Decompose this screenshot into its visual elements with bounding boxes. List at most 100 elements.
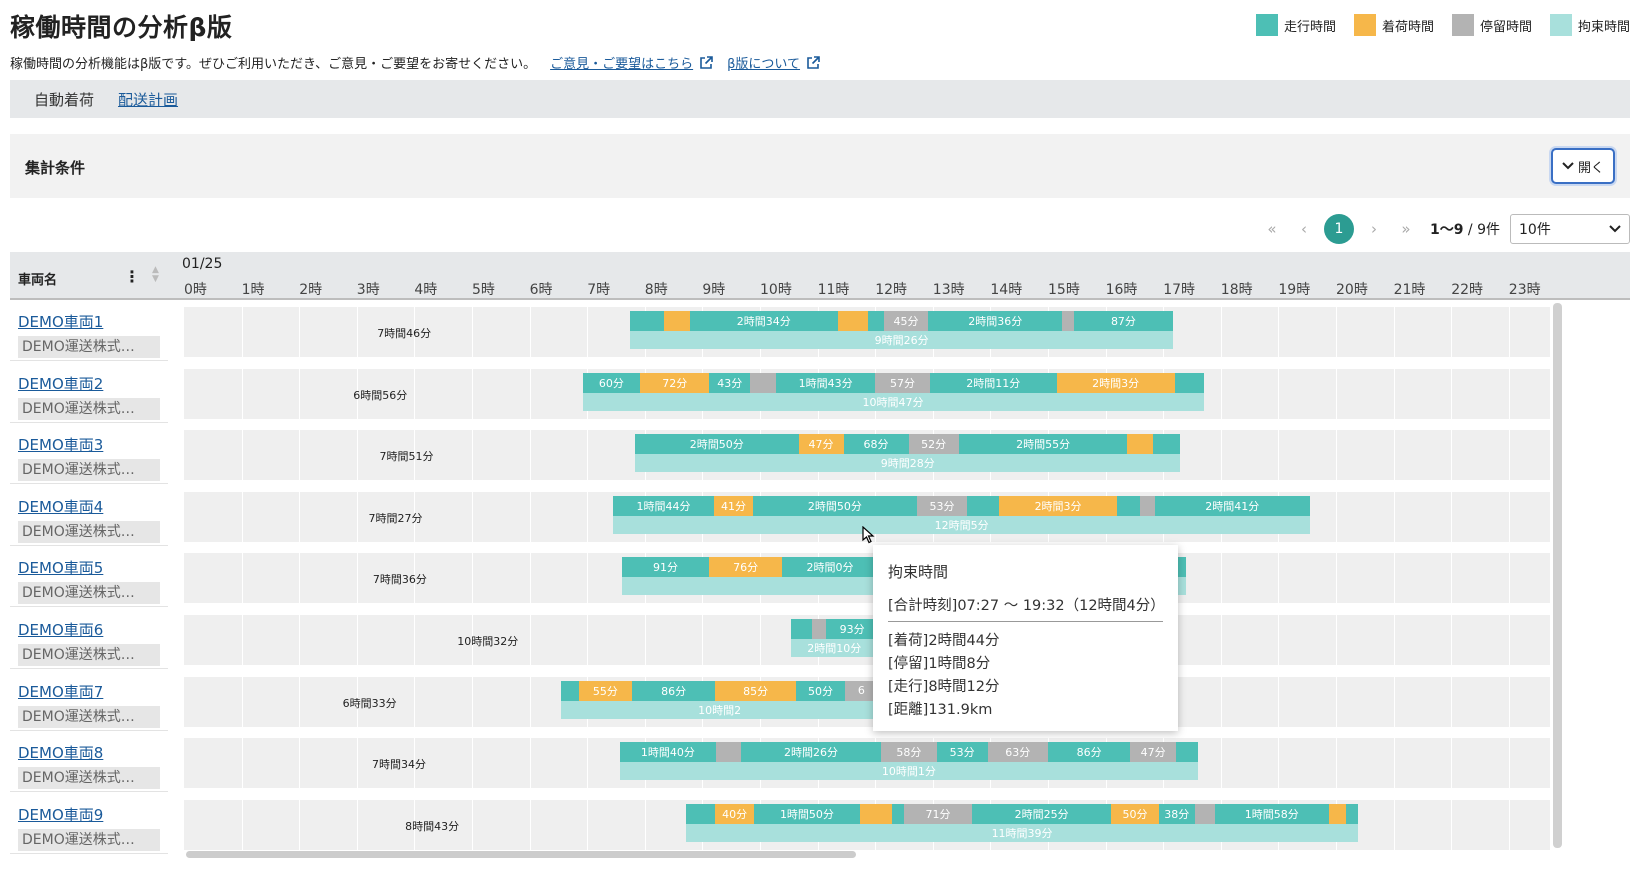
timeline-segment[interactable]: 1時間50分 — [754, 803, 860, 824]
horizontal-scrollbar[interactable] — [186, 851, 856, 858]
timeline-segment[interactable]: 86分 — [1048, 742, 1131, 763]
timeline-segment[interactable]: 38分 — [1158, 803, 1195, 824]
timeline-segment[interactable] — [1194, 803, 1216, 824]
vehicle-link[interactable]: DEMO車両7 — [18, 681, 103, 702]
binding-time-bar[interactable]: 10時間47分 — [582, 392, 1204, 411]
timeline-segment[interactable]: 50分 — [796, 680, 845, 701]
binding-time-bar[interactable]: 10時間2 — [561, 700, 879, 719]
timeline-segment[interactable]: 1時間58分 — [1215, 803, 1329, 824]
timeline-segment[interactable]: 2時間34分 — [689, 311, 838, 331]
timeline-segment[interactable]: 93分 — [826, 619, 879, 639]
timeline-segment[interactable]: 2時間0分 — [781, 557, 879, 578]
next-page-icon[interactable]: › — [1358, 220, 1390, 238]
first-page-icon[interactable]: « — [1256, 220, 1288, 238]
timeline-segment[interactable]: 2時間11分 — [929, 372, 1057, 393]
column-menu-icon[interactable]: ⋮ — [124, 267, 140, 286]
timeline-segment[interactable] — [790, 619, 812, 639]
timeline-segment[interactable]: 2時間25分 — [971, 803, 1112, 824]
timeline-segment[interactable]: 2時間55分 — [958, 434, 1128, 455]
timeline-segment[interactable] — [1062, 311, 1074, 331]
timeline-segment[interactable]: 58分 — [880, 742, 937, 763]
timeline-segment[interactable] — [630, 311, 664, 331]
timeline-segment[interactable]: 2時間41分 — [1154, 495, 1311, 516]
timeline-segment[interactable] — [1346, 803, 1358, 824]
timeline-segment[interactable]: 2時間36分 — [928, 311, 1063, 331]
timeline-segment[interactable] — [811, 619, 827, 639]
timeline-segment[interactable]: 72分 — [640, 372, 710, 393]
timeline-segment[interactable] — [967, 495, 1000, 516]
timeline-segment[interactable]: 47分 — [1130, 742, 1176, 763]
timeline-segment[interactable]: 2時間50分 — [635, 434, 799, 455]
tab-delivery-plan[interactable]: 配送計画 — [118, 89, 178, 110]
timeline-segment[interactable] — [1127, 434, 1153, 455]
timeline-segment[interactable]: 53分 — [916, 495, 968, 516]
vehicle-link[interactable]: DEMO車両3 — [18, 434, 103, 455]
timeline-segment[interactable] — [1117, 495, 1141, 516]
timeline-segment[interactable]: 45分 — [883, 311, 929, 331]
binding-time-bar[interactable]: 10時間1分 — [620, 762, 1198, 781]
timeline-segment[interactable] — [1140, 495, 1155, 516]
timeline-segment[interactable]: 1時間44分 — [613, 495, 714, 516]
feedback-link[interactable]: ご意見・ご要望はこちら — [550, 53, 713, 72]
timeline-segment[interactable]: 1時間43分 — [776, 372, 876, 393]
timeline-segment[interactable]: 71分 — [904, 803, 972, 824]
vehicle-link[interactable]: DEMO車両1 — [18, 311, 103, 332]
vehicle-link[interactable]: DEMO車両8 — [18, 742, 103, 763]
timeline-segment[interactable]: 60分 — [582, 372, 641, 393]
beta-info-link[interactable]: β版について — [727, 53, 820, 72]
timeline-segment[interactable]: 53分 — [936, 742, 988, 763]
timeline-segment[interactable]: 87分 — [1073, 311, 1173, 331]
company-chip: DEMO運送株式… — [18, 705, 160, 728]
sort-icon[interactable]: ▲ ▼ — [152, 266, 159, 284]
timeline-segment[interactable] — [859, 803, 893, 824]
timeline-segment[interactable]: 2時間50分 — [753, 495, 917, 516]
timeline-segment[interactable]: 76分 — [709, 557, 782, 578]
timeline-segment[interactable] — [1328, 803, 1347, 824]
timeline-segment[interactable]: 52分 — [908, 434, 959, 455]
timeline-segment[interactable]: 63分 — [987, 742, 1048, 763]
timeline-segment[interactable]: 91分 — [621, 557, 710, 578]
vehicle-link[interactable]: DEMO車両5 — [18, 557, 103, 578]
timeline-segment[interactable]: 68分 — [843, 434, 909, 455]
vehicle-link[interactable]: DEMO車両9 — [18, 804, 103, 825]
timeline-segment[interactable] — [1152, 434, 1181, 455]
vertical-scrollbar[interactable] — [1553, 303, 1562, 848]
per-page-select[interactable]: 10件 — [1510, 214, 1630, 244]
timeline-segment[interactable]: 40分 — [715, 803, 755, 824]
timeline-segment[interactable] — [663, 311, 690, 331]
timeline-segment[interactable] — [1174, 372, 1204, 393]
binding-time-bar[interactable]: 12時間5分 — [613, 515, 1311, 534]
vehicle-link[interactable]: DEMO車両6 — [18, 619, 103, 640]
binding-time-bar[interactable]: 9時間26分 — [630, 331, 1173, 349]
timeline-segment[interactable]: 2時間26分 — [740, 742, 881, 763]
timeline-segment[interactable] — [892, 803, 904, 824]
open-conditions-button[interactable]: 開く — [1551, 148, 1615, 184]
timeline-segment[interactable]: 2時間3分 — [999, 495, 1118, 516]
timeline-segment[interactable]: 43分 — [709, 372, 751, 393]
timeline-segment[interactable] — [1175, 742, 1198, 763]
binding-time-bar[interactable]: 9時間28分 — [635, 454, 1181, 473]
timeline-segment[interactable] — [837, 311, 868, 331]
page-1-button[interactable]: 1 — [1323, 214, 1354, 244]
timeline-segment[interactable] — [715, 742, 741, 763]
binding-time-bar[interactable]: 2時間10分 — [790, 639, 879, 657]
timeline-segment[interactable]: 85分 — [715, 680, 797, 701]
timeline-segment[interactable]: 41分 — [713, 495, 754, 516]
timeline-segment[interactable]: 47分 — [798, 434, 844, 455]
prev-page-icon[interactable]: ‹ — [1288, 220, 1320, 238]
timeline-segment[interactable] — [686, 803, 716, 824]
timeline-segment[interactable] — [867, 311, 884, 331]
binding-time-bar[interactable]: 11時間39分 — [686, 823, 1358, 842]
timeline-segment[interactable] — [750, 372, 777, 393]
timeline-segment[interactable]: 2時間3分 — [1056, 372, 1175, 393]
vehicle-link[interactable]: DEMO車両4 — [18, 496, 103, 517]
timeline-segment[interactable]: 55分 — [578, 680, 633, 701]
timeline-segment[interactable]: 57分 — [875, 372, 930, 393]
timeline-segment[interactable]: 86分 — [632, 680, 716, 701]
tab-auto-arrival[interactable]: 自動着荷 — [34, 89, 94, 110]
timeline-segment[interactable] — [561, 680, 579, 701]
last-page-icon[interactable]: » — [1390, 220, 1422, 238]
timeline-segment[interactable]: 50分 — [1111, 803, 1159, 824]
vehicle-link[interactable]: DEMO車両2 — [18, 373, 103, 394]
timeline-segment[interactable]: 1時間40分 — [620, 742, 716, 763]
